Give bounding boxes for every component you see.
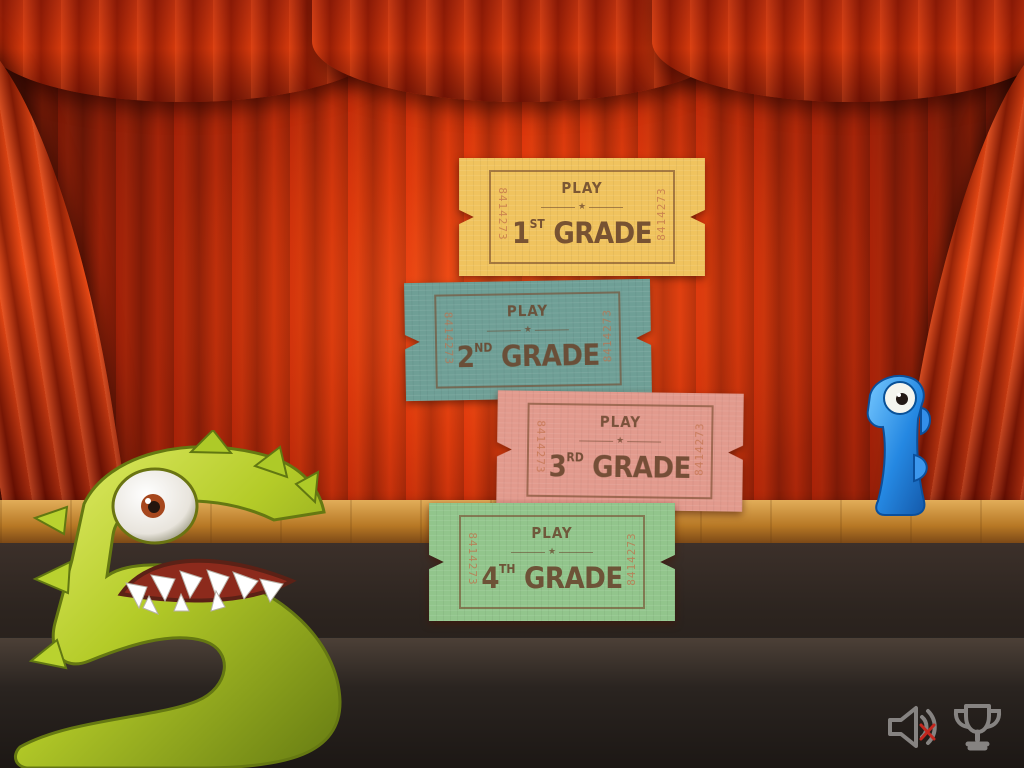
ticket-grade-label: 4TH GRADE: [429, 561, 675, 595]
grade-word: GRADE: [500, 337, 601, 374]
grade-ordinal: ST: [529, 217, 545, 231]
grade-number: 2: [456, 339, 475, 375]
grade-number: 4: [481, 561, 499, 595]
game-stage-scene: 8414273 8414273 PLAY ★ 1ST GRADE 8414273…: [0, 0, 1024, 768]
ticket-star-icon: ★: [541, 202, 623, 212]
grade-ordinal: ND: [474, 340, 493, 355]
grade-word: GRADE: [591, 449, 692, 485]
trophy-icon: [953, 704, 1002, 751]
grade-word: GRADE: [523, 561, 623, 595]
ticket-grade-label: 3RD GRADE: [497, 448, 743, 485]
grade-number: 1: [511, 216, 530, 250]
play-4th-grade-ticket[interactable]: 8414273 8414273 PLAY ★ 4TH GRADE: [429, 503, 675, 621]
ticket-play-label: PLAY: [599, 412, 642, 432]
ticket-grade-label: 1ST GRADE: [459, 216, 705, 250]
grade-word: GRADE: [553, 216, 653, 250]
play-1st-grade-ticket[interactable]: 8414273 8414273 PLAY ★ 1ST GRADE: [459, 158, 705, 276]
ticket-grade-label: 2ND GRADE: [405, 337, 652, 375]
play-3rd-grade-ticket[interactable]: 8414273 8414273 PLAY ★ 3RD GRADE: [496, 390, 744, 511]
stage-lip: [0, 637, 1024, 768]
play-2nd-grade-ticket[interactable]: 8414273 8414273 PLAY ★ 2ND GRADE: [404, 279, 652, 401]
grade-ordinal: TH: [498, 562, 516, 576]
ticket-play-label: PLAY: [531, 524, 573, 542]
trophy-button[interactable]: [950, 700, 1005, 752]
ticket-play-label: PLAY: [561, 179, 603, 197]
sound-toggle-button[interactable]: [886, 702, 941, 754]
grade-ordinal: RD: [566, 450, 584, 465]
ticket-star-icon: ★: [511, 547, 593, 557]
ticket-star-icon: ★: [487, 324, 569, 335]
ticket-star-icon: ★: [579, 435, 661, 446]
speaker-muted-icon: [888, 706, 937, 748]
grade-number: 3: [548, 449, 567, 484]
